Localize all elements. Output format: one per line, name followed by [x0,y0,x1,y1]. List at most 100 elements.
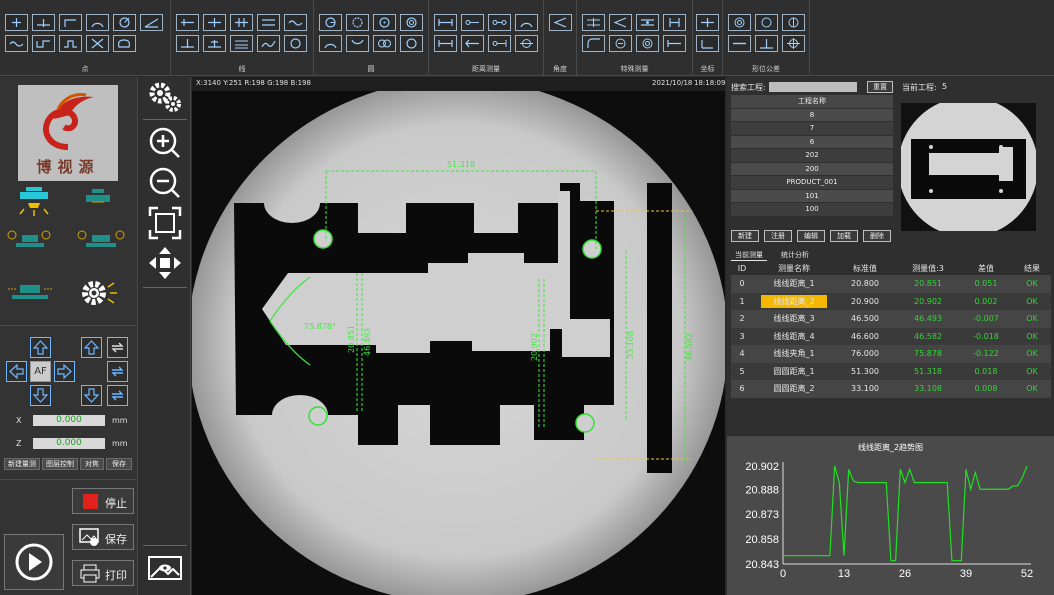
line-tool-5[interactable] [284,14,307,31]
layer-control-button[interactable]: 图层控制 [42,458,78,470]
measurement-row[interactable]: 4 线线夹角_1 76.000 75.878 -0.122 OK [731,345,1051,363]
z-fast-down-icon[interactable] [107,385,128,406]
distance-tool-8[interactable] [515,35,538,52]
measurement-row[interactable]: 0 线线距离_1 20.800 20.851 0.051 OK [731,275,1051,293]
distance-tool-5[interactable] [434,35,457,52]
project-item[interactable]: 200 [731,162,893,176]
circle-tool-8[interactable] [400,35,423,52]
measurement-row[interactable]: 1 线线距离_2 20.900 20.902 0.002 OK [731,292,1051,310]
x-position-field[interactable]: 0.000 [33,415,105,426]
move-up-arrow-icon[interactable] [30,337,51,358]
tolerance-tool-2[interactable] [755,14,778,31]
coordinate-tool-1[interactable] [696,14,719,31]
measurement-row[interactable]: 3 线线距离_4 46.600 46.582 -0.018 OK [731,327,1051,345]
project-delete-button[interactable]: 删除 [863,230,891,242]
circle-tool-2[interactable] [346,14,369,31]
point-intersect-tool[interactable] [86,35,109,52]
z-fast-up-icon[interactable] [107,337,128,358]
tolerance-tool-1[interactable] [728,14,751,31]
circle-tool-1[interactable] [319,14,342,31]
tab-current-measurement[interactable]: 当前测量 [731,249,767,261]
stop-button[interactable]: 停止 [72,488,134,514]
special-tool-7[interactable] [636,35,659,52]
project-item[interactable]: 6 [731,135,893,149]
point-corner-tool[interactable] [59,14,82,31]
ring-light-right-button[interactable] [76,225,125,259]
new-measurement-button[interactable]: 新建量测 [4,458,40,470]
settings-gears-icon[interactable] [147,79,183,115]
z-down-arrow-icon[interactable] [81,385,102,406]
circle-tool-7[interactable] [373,35,396,52]
z-fast-toggle-icon[interactable] [107,361,128,382]
project-load-button[interactable]: 加载 [830,230,858,242]
move-right-arrow-icon[interactable] [54,361,75,382]
project-search-input[interactable] [769,82,857,92]
point-angle-tool[interactable] [140,14,163,31]
z-up-arrow-icon[interactable] [81,337,102,358]
save-image-button[interactable]: 保存 [72,524,134,550]
tolerance-flatness-tool[interactable] [728,35,751,52]
autofocus-button[interactable]: AF [30,361,51,382]
point-loop-tool[interactable] [113,35,136,52]
point-cross-tool[interactable] [5,14,28,31]
fit-view-icon[interactable] [147,205,183,241]
line-tool-7[interactable] [203,35,226,52]
special-tool-1[interactable] [582,14,605,31]
circle-tool-5[interactable] [319,35,342,52]
distance-tool-2[interactable] [461,14,484,31]
tab-statistics[interactable]: 统计分析 [777,249,813,261]
light-settings-gear-icon[interactable] [78,275,118,309]
bottom-light-button[interactable] [4,277,52,311]
distance-tool-7[interactable] [488,35,511,52]
coordinate-tool-2[interactable] [696,35,719,52]
move-down-arrow-icon[interactable] [30,385,51,406]
point-step-tool[interactable] [32,35,55,52]
ring-light-left-button[interactable] [4,225,51,259]
project-item[interactable]: 7 [731,122,893,136]
line-tool-4[interactable] [257,14,280,31]
top-light-button[interactable] [78,187,118,221]
line-tool-6[interactable] [176,35,199,52]
measurement-row[interactable]: 6 圆圆距离_2 33.100 33.108 0.008 OK [731,380,1051,398]
distance-tool-1[interactable] [434,14,457,31]
point-arc-tool[interactable] [86,14,109,31]
project-item[interactable]: 100 [731,203,893,217]
distance-tool-6[interactable] [461,35,484,52]
project-item[interactable]: 202 [731,149,893,163]
project-new-button[interactable]: 新建 [731,230,759,242]
project-item[interactable]: PRODUCT_001 [731,176,893,190]
point-wave-tool[interactable] [5,35,28,52]
image-view-icon[interactable] [147,553,183,589]
distance-tool-3[interactable] [488,14,511,31]
move-left-arrow-icon[interactable] [6,361,27,382]
tolerance-position-tool[interactable] [782,35,805,52]
line-tool-8[interactable] [230,35,253,52]
project-edit-button[interactable]: 编辑 [797,230,825,242]
circle-tool-4[interactable] [400,14,423,31]
point-notch-tool[interactable] [59,35,82,52]
measurement-row[interactable]: 5 圆圆距离_1 51.300 51.318 0.018 OK [731,362,1051,380]
coaxial-light-on-button[interactable] [14,187,54,221]
special-tool-6[interactable] [609,35,632,52]
zoom-in-icon[interactable] [147,125,183,161]
distance-tool-4[interactable] [515,14,538,31]
focus-button[interactable]: 对焦 [80,458,104,470]
circle-tool-6[interactable] [346,35,369,52]
tolerance-perpendicular-tool[interactable] [755,35,778,52]
line-tool-9[interactable] [257,35,280,52]
camera-viewport[interactable]: X:3140 Y:251 R:198 G:198 B:198 2021/10/1… [192,77,725,595]
camera-image[interactable]: 51.318 75.878° 20.851 46.493 20.902 33.1… [192,91,725,595]
line-tool-3[interactable] [230,14,253,31]
special-tool-4[interactable] [663,14,686,31]
project-item[interactable]: 8 [731,108,893,122]
line-tool-10[interactable] [284,35,307,52]
special-tool-3[interactable] [636,14,659,31]
angle-tool[interactable] [549,14,572,31]
zoom-out-icon[interactable] [147,165,183,201]
project-register-button[interactable]: 注册 [764,230,792,242]
project-item[interactable]: 101 [731,189,893,203]
tolerance-tool-3[interactable] [782,14,805,31]
special-tool-5[interactable] [582,35,605,52]
point-circle-tool[interactable] [113,14,136,31]
special-tool-2[interactable] [609,14,632,31]
